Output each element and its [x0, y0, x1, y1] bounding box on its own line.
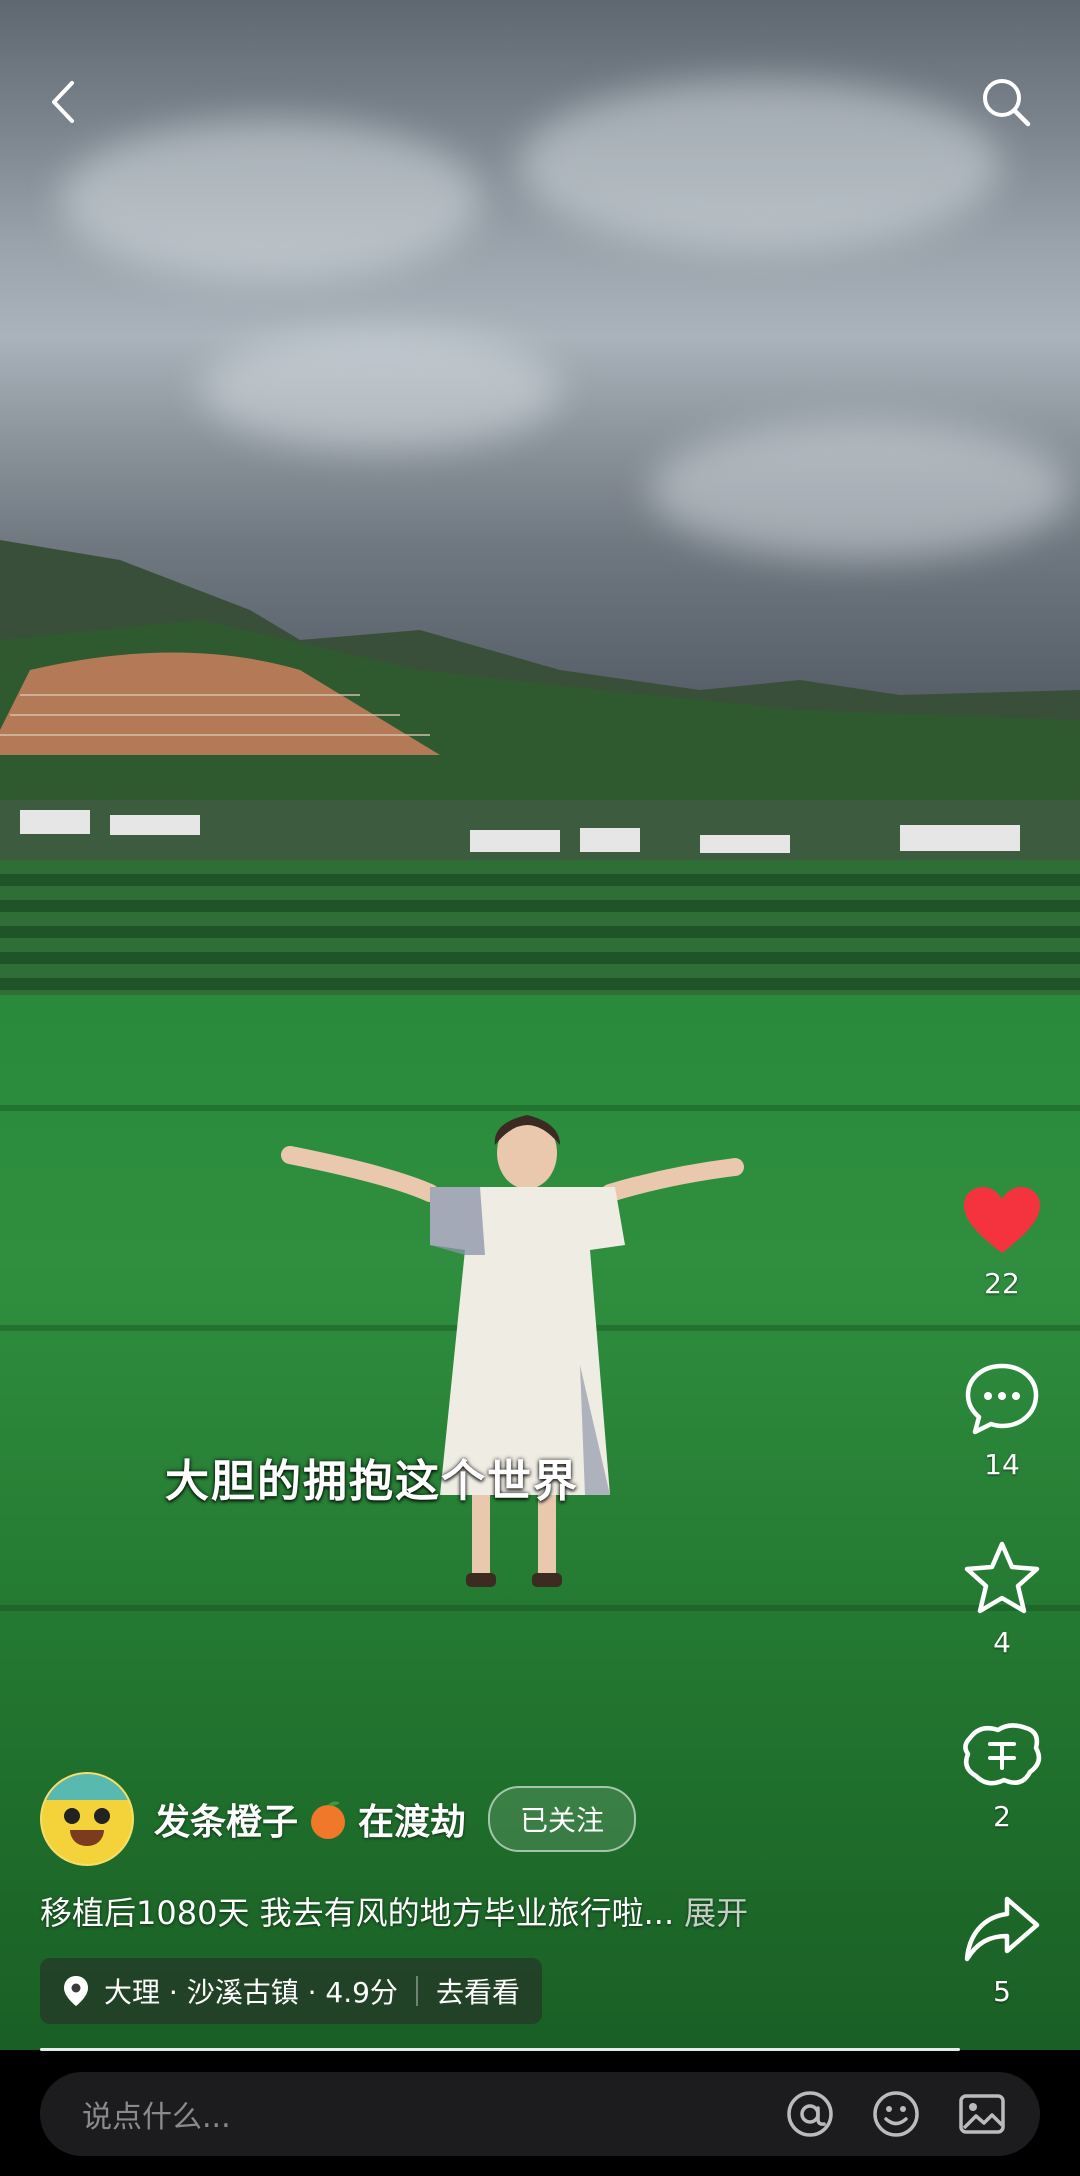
emoji-button[interactable]	[868, 2086, 924, 2142]
favorite-count: 4	[993, 1626, 1011, 1659]
smiley-icon	[873, 2091, 919, 2137]
chevron-left-icon	[52, 81, 74, 123]
scribble-icon	[963, 1723, 1042, 1786]
favorite-button[interactable]: 4	[952, 1540, 1052, 1659]
video-subtitle: 大胆的拥抱这个世界	[165, 1456, 579, 1507]
author-name-suffix: 在渡劫	[358, 1802, 467, 1843]
video-frame[interactable]	[0, 0, 1080, 2050]
orange-emoji-icon	[311, 1801, 346, 1839]
location-pin-icon	[64, 1976, 88, 2006]
share-button[interactable]: 5	[952, 1893, 1052, 2008]
location-chip[interactable]: 大理 · 沙溪古镇 · 4.9分 去看看	[40, 1958, 542, 2024]
mention-button[interactable]	[782, 2086, 838, 2142]
location-text: 大理 · 沙溪古镇 · 4.9分	[104, 1976, 398, 2009]
comment-count: 14	[984, 1448, 1020, 1481]
post-caption: 移植后1080天 我去有风的地方毕业旅行啦... 展开	[40, 1888, 748, 1934]
divider	[415, 1976, 418, 2006]
author-name[interactable]: 发条橙子 在渡劫	[154, 1793, 466, 1845]
image-button[interactable]	[954, 2086, 1010, 2142]
heart-icon	[964, 1187, 1040, 1253]
at-icon	[787, 2091, 833, 2137]
expand-link[interactable]: 展开	[684, 1894, 748, 1932]
far-field	[0, 860, 1080, 1000]
gift-button[interactable]: 2	[952, 1718, 1052, 1833]
caption-text: 移植后1080天 我去有风的地方毕业旅行啦...	[40, 1894, 675, 1932]
gift-count: 2	[993, 1800, 1011, 1833]
author-name-text: 发条橙子	[154, 1802, 299, 1843]
star-icon	[964, 1541, 1040, 1614]
avatar[interactable]	[40, 1772, 134, 1866]
like-button[interactable]: 22	[952, 1185, 1052, 1300]
comment-placeholder: 说点什么...	[82, 2100, 231, 2135]
share-arrow-icon	[964, 1896, 1040, 1962]
back-button[interactable]	[24, 62, 104, 142]
bottom-bar: 说点什么...	[0, 2052, 1080, 2176]
comment-icon	[965, 1363, 1039, 1435]
comment-button[interactable]: 14	[952, 1360, 1052, 1481]
follow-button[interactable]: 已关注	[488, 1786, 637, 1852]
image-icon	[959, 2094, 1005, 2134]
author-row: 发条橙子 在渡劫 已关注	[40, 1772, 637, 1866]
mountains	[0, 540, 1080, 880]
person-figure	[281, 1115, 744, 1587]
cloud	[200, 330, 560, 450]
like-count: 22	[984, 1267, 1020, 1300]
cloud	[520, 80, 1000, 250]
video-progress-bar[interactable]	[40, 2048, 960, 2051]
comment-input[interactable]: 说点什么...	[40, 2072, 1040, 2156]
cloud	[60, 120, 480, 280]
search-button[interactable]	[966, 62, 1046, 142]
search-icon	[983, 79, 1031, 127]
share-count: 5	[993, 1975, 1011, 2008]
location-action[interactable]: 去看看	[436, 1971, 520, 2011]
